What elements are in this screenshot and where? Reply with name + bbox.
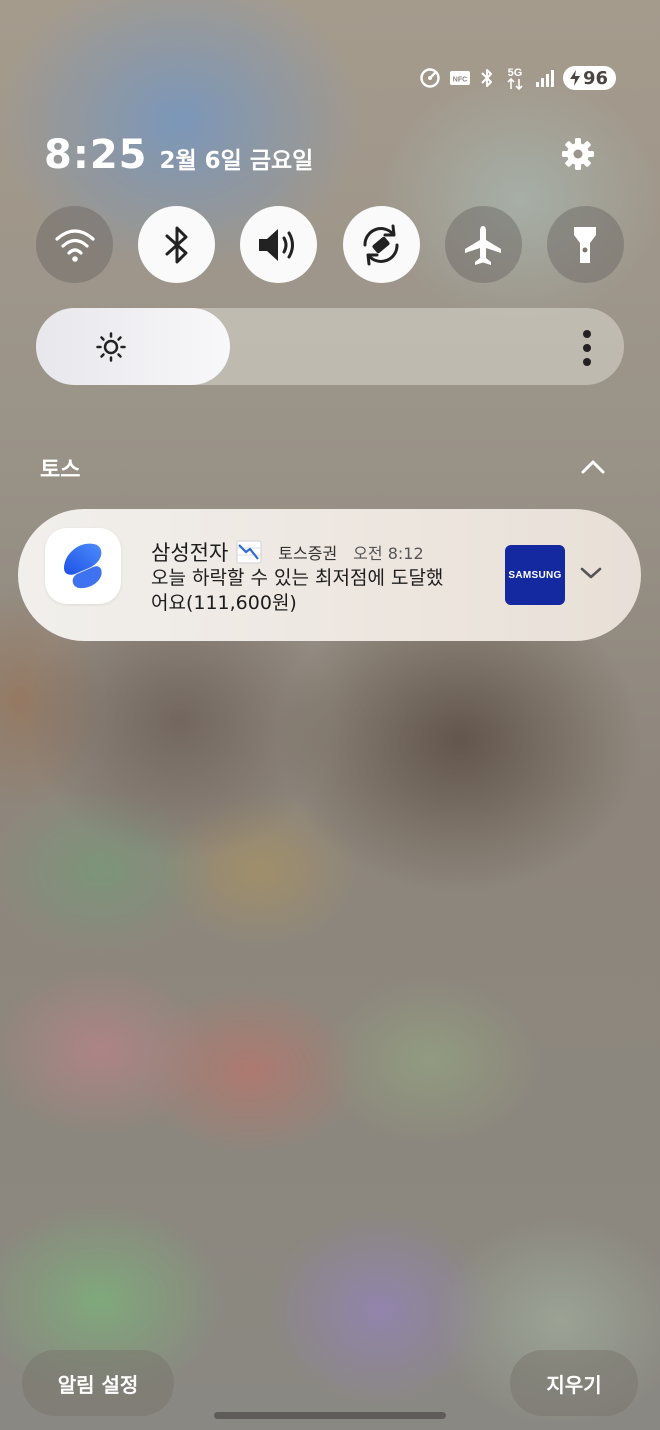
- data-saver-icon: [419, 67, 441, 89]
- airplane-mode-toggle[interactable]: [444, 206, 522, 283]
- auto-rotate-toggle[interactable]: [342, 206, 420, 283]
- flashlight-icon: [574, 226, 597, 263]
- collapse-group-icon[interactable]: [578, 452, 608, 480]
- panel-header: 8:25 2월 6일 금요일: [44, 132, 313, 178]
- brightness-slider-fill: [36, 308, 230, 385]
- signal-icon: [535, 68, 555, 88]
- notification-body: 오늘 하락할 수 있는 최저점에 도달했어요(111,600원): [151, 567, 444, 614]
- wifi-icon: [54, 228, 95, 262]
- 5g-icon: 5G: [503, 65, 527, 91]
- clock[interactable]: 8:25: [44, 132, 148, 178]
- notification-group-title: 토스: [40, 458, 81, 483]
- notification-app-name: 토스증권: [278, 544, 338, 563]
- samsung-logo-thumbnail: SAMSUNG: [505, 545, 565, 605]
- expand-notification-icon[interactable]: [579, 561, 603, 585]
- wifi-toggle[interactable]: [36, 206, 113, 283]
- brightness-icon: [96, 332, 126, 362]
- battery-level: 96: [582, 67, 608, 89]
- more-options-icon[interactable]: [580, 328, 594, 368]
- bluetooth-toggle[interactable]: [138, 206, 216, 283]
- notification-card[interactable]: 삼성전자 토스증권 오전 8:12 오늘 하락할 수 있는 최저점에 도달했어요…: [18, 509, 641, 641]
- notification-time: 오전 8:12: [353, 544, 424, 563]
- toss-app-icon: [45, 528, 121, 604]
- notification-settings-button[interactable]: 알림 설정: [22, 1350, 174, 1416]
- notification-title: 삼성전자: [151, 541, 229, 565]
- clear-all-button[interactable]: 지우기: [510, 1350, 638, 1416]
- sound-toggle[interactable]: [240, 206, 318, 283]
- rotate-icon: [363, 224, 399, 265]
- date[interactable]: 2월 6일 금요일: [160, 141, 314, 175]
- bluetooth-icon: [479, 67, 495, 89]
- speaker-icon: [258, 228, 294, 261]
- quick-settings-row: [36, 206, 624, 283]
- battery-indicator: 96: [562, 66, 616, 90]
- home-gesture-bar[interactable]: [214, 1412, 446, 1419]
- bluetooth-icon: [165, 226, 188, 263]
- brightness-slider[interactable]: [36, 308, 624, 385]
- network-type-label: 5G: [508, 67, 523, 79]
- airplane-icon: [465, 225, 502, 265]
- charging-bolt-icon: [569, 70, 580, 86]
- status-bar: NFC 5G 96: [419, 62, 616, 94]
- notification-header: 삼성전자 토스증권 오전 8:12: [151, 537, 424, 567]
- toss-logo-icon: [64, 543, 102, 589]
- settings-button[interactable]: [558, 134, 598, 174]
- nfc-label: NFC: [453, 77, 467, 84]
- flashlight-toggle[interactable]: [546, 206, 624, 283]
- nfc-icon: NFC: [449, 70, 471, 86]
- chart-decreasing-emoji-icon: [236, 540, 262, 564]
- gear-icon: [562, 138, 594, 170]
